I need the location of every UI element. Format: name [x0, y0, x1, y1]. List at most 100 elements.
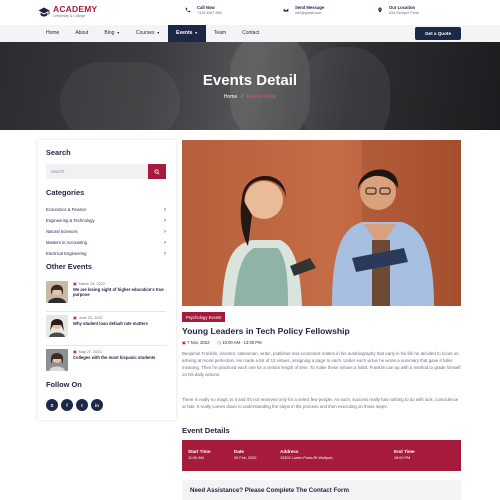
linkedin-icon[interactable]: in — [91, 399, 103, 411]
event-time-text: 10:00 AM - 13:00 PM — [222, 340, 262, 345]
page-hero-banner: Events Detail Home / Events Detail — [0, 42, 500, 130]
follow-heading: Follow On — [46, 380, 82, 389]
chevron-right-icon: › — [164, 217, 166, 224]
facebook-icon[interactable]: f — [61, 399, 73, 411]
breadcrumb-current: Events Detail — [246, 94, 277, 100]
breadcrumb: Home / Events Detail — [0, 94, 500, 100]
chevron-right-icon: › — [164, 250, 166, 257]
chevron-right-icon: › — [164, 228, 166, 235]
detail-address: Address 19302 Lorem Porta Rt Wolfport, — [280, 448, 334, 462]
assistance-box: Need Assistance? Please Complete The Con… — [182, 480, 461, 500]
caret-down-icon: ▼ — [194, 31, 198, 35]
skype-icon[interactable]: S — [46, 399, 58, 411]
search-heading: Search — [46, 148, 71, 157]
event-category-tag[interactable]: Psychology Events — [182, 312, 226, 322]
nav-label: Team — [213, 30, 227, 36]
nav-team[interactable]: Team — [206, 25, 234, 42]
contact-location[interactable]: Our Location 634 Semper Porta — [377, 5, 419, 16]
other-event-item[interactable]: ▣ June 25, 2022 Why student loan default … — [46, 312, 166, 346]
clock-icon: ◷ — [217, 340, 222, 345]
calendar-icon: ▣ — [182, 340, 186, 345]
nav-menu: Home About Blog ▼ Courses ▼ Events ▼ Team C… — [38, 25, 267, 42]
nav-label: About — [75, 30, 89, 36]
detail-value: 19302 Lorem Porta Rt Wolfport, — [280, 456, 334, 460]
categories-heading: Categories — [46, 188, 85, 197]
nav-courses[interactable]: Courses ▼ — [128, 25, 168, 42]
nav-label: Courses — [135, 30, 155, 36]
category-item[interactable]: Economics & Finance › — [46, 204, 166, 215]
brand-tagline: University & College — [53, 14, 86, 18]
nav-label: Contact — [242, 30, 260, 36]
chevron-right-icon: › — [164, 239, 166, 246]
nav-blog[interactable]: Blog ▼ — [96, 25, 127, 42]
event-meta: ▣ 7 Nov, 2022 ◷ 10:00 AM - 13:00 PM — [182, 340, 262, 345]
nav-home[interactable]: Home — [38, 25, 67, 42]
category-list: Economics & Finance › Engineering & Techn… — [46, 204, 166, 259]
detail-value: 11:00 AM — [188, 456, 204, 460]
detail-key: Date — [234, 449, 244, 454]
other-event-item[interactable]: ▣ May 27, 2022 Colleges with the most his… — [46, 346, 166, 380]
event-thumbnail[interactable] — [46, 349, 68, 371]
page-title: Events Detail — [202, 72, 298, 89]
contact-mail[interactable]: Send Message info@gmail.com — [283, 5, 324, 16]
event-thumbnail[interactable] — [46, 281, 68, 303]
event-details-table: Start Time 11:00 AM Date 30 Feb, 2020 Ad… — [182, 440, 461, 471]
other-events-list: ▣ March 23, 2022 We are losing sight of h… — [46, 278, 166, 380]
nav-contact[interactable]: Contact — [234, 25, 267, 42]
event-feature-image — [182, 140, 461, 306]
chevron-right-icon: › — [164, 206, 166, 213]
contact-value: +325 4567 890 — [197, 11, 222, 15]
nav-label: Home — [46, 30, 60, 36]
event-date-text: 7 Nov, 2022 — [187, 340, 210, 345]
twitter-icon[interactable]: t — [76, 399, 88, 411]
event-details-heading: Event Details — [182, 426, 230, 435]
search-button[interactable] — [148, 164, 166, 179]
event-description: There is really no magic to it and it's … — [182, 397, 459, 409]
detail-value: 30 Feb, 2020 — [234, 456, 257, 460]
nav-events[interactable]: Events ▼ — [168, 25, 206, 42]
event-title: Young Leaders in Tech Policy Fellowship — [182, 326, 350, 336]
brand-name: ACADEMY — [53, 4, 98, 14]
search-icon — [154, 169, 160, 175]
breadcrumb-separator: / — [241, 94, 243, 100]
breadcrumb-home-link[interactable]: Home — [224, 94, 237, 100]
event-title-link[interactable]: We are losing sight of higher education'… — [73, 287, 166, 297]
category-item[interactable]: Natural Sciences › — [46, 226, 166, 237]
contact-value: info@gmail.com — [295, 11, 322, 15]
nav-label: Events — [176, 30, 193, 36]
category-item[interactable]: Electrical Engineering › — [46, 248, 166, 259]
category-label: Electrical Engineering — [46, 251, 87, 256]
nav-about[interactable]: About — [67, 25, 96, 42]
event-title-link[interactable]: Colleges with the most hispanic students — [73, 355, 155, 360]
category-label: Masters in Accounting — [46, 240, 87, 245]
caret-down-icon: ▼ — [116, 31, 120, 35]
category-label: Natural Sciences — [46, 229, 78, 234]
search-input[interactable]: Search — [46, 164, 156, 179]
caret-down-icon: ▼ — [156, 31, 160, 35]
event-thumbnail[interactable] — [46, 315, 68, 337]
get-quote-button[interactable]: Get a Quote — [415, 27, 461, 40]
graduation-cap-icon — [38, 7, 50, 16]
mail-icon — [283, 8, 289, 12]
other-event-item[interactable]: ▣ March 23, 2022 We are losing sight of h… — [46, 278, 166, 312]
detail-key: End Time — [394, 449, 415, 454]
detail-end-time: End Time 15:00 PM — [394, 448, 415, 462]
event-title-link[interactable]: Why student loan default rate matters — [73, 321, 148, 326]
contact-call[interactable]: Call Now +325 4567 890 — [185, 5, 222, 16]
category-item[interactable]: Engineering & Technology › — [46, 215, 166, 226]
social-links: S f t in — [46, 399, 103, 411]
detail-key: Address — [280, 449, 299, 454]
detail-key: Start Time — [188, 449, 211, 454]
site-logo[interactable]: ACADEMY University & College — [38, 5, 97, 18]
detail-value: 15:00 PM — [394, 456, 411, 460]
nav-label: Blog — [104, 30, 115, 36]
assistance-title: Need Assistance? Please Complete The Con… — [190, 487, 349, 494]
detail-date: Date 30 Feb, 2020 — [234, 448, 256, 462]
phone-icon — [185, 7, 191, 13]
sidebar: Search Search Categories Economics & Fin… — [38, 140, 176, 420]
top-bar: ACADEMY University & College Call Now +3… — [0, 0, 500, 25]
contact-value: 634 Semper Porta — [389, 11, 419, 15]
category-item[interactable]: Masters in Accounting › — [46, 237, 166, 248]
detail-start-time: Start Time 11:00 AM — [188, 448, 210, 462]
main-navbar: Home About Blog ▼ Courses ▼ Events ▼ Team C… — [0, 25, 500, 42]
